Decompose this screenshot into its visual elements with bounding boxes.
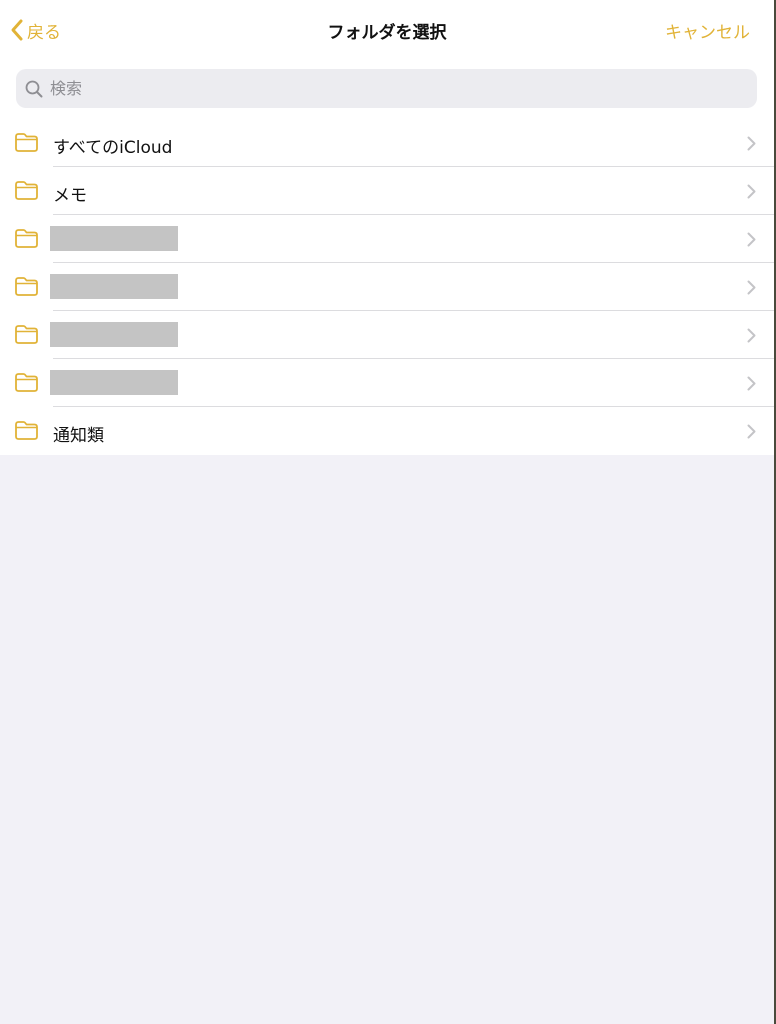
folder-icon <box>15 421 38 440</box>
redacted-folder-name <box>50 322 178 347</box>
redacted-folder-name <box>50 274 178 299</box>
chevron-right-icon <box>747 280 756 295</box>
redacted-folder-name <box>50 370 178 395</box>
folder-icon <box>15 325 38 344</box>
search-field[interactable] <box>16 69 757 108</box>
folder-row[interactable] <box>0 263 774 311</box>
folder-row[interactable] <box>0 311 774 359</box>
search-input[interactable] <box>48 78 732 99</box>
chevron-right-icon <box>747 136 756 151</box>
folder-row[interactable] <box>0 215 774 263</box>
folder-icon <box>15 277 38 296</box>
folder-icon <box>15 373 38 392</box>
page-title: フォルダを選択 <box>327 23 447 43</box>
folder-icon <box>15 133 38 152</box>
folder-picker-panel: 戻る フォルダを選択 キャンセル すべてのiCloud メモ <box>0 0 774 455</box>
chevron-right-icon <box>747 424 756 439</box>
folder-icon <box>15 229 38 248</box>
folder-row[interactable] <box>0 359 774 407</box>
folder-name: メモ <box>53 186 87 206</box>
folder-picker-sheet: 戻る フォルダを選択 キャンセル すべてのiCloud メモ <box>0 0 776 1024</box>
folder-row[interactable]: メモ <box>0 167 774 215</box>
folder-row[interactable]: 通知類 <box>0 407 774 455</box>
chevron-right-icon <box>747 184 756 199</box>
chevron-right-icon <box>747 376 756 391</box>
chevron-right-icon <box>747 328 756 343</box>
folder-icon <box>15 181 38 200</box>
folder-list: すべてのiCloud メモ 通知類 <box>0 119 774 455</box>
folder-name: 通知類 <box>53 426 104 446</box>
cancel-button[interactable]: キャンセル <box>665 18 750 43</box>
navigation-bar: 戻る フォルダを選択 キャンセル <box>0 0 774 60</box>
folder-row[interactable]: すべてのiCloud <box>0 119 774 167</box>
chevron-right-icon <box>747 232 756 247</box>
search-icon <box>25 80 43 97</box>
folder-name: すべてのiCloud <box>53 138 173 158</box>
redacted-folder-name <box>50 226 178 251</box>
